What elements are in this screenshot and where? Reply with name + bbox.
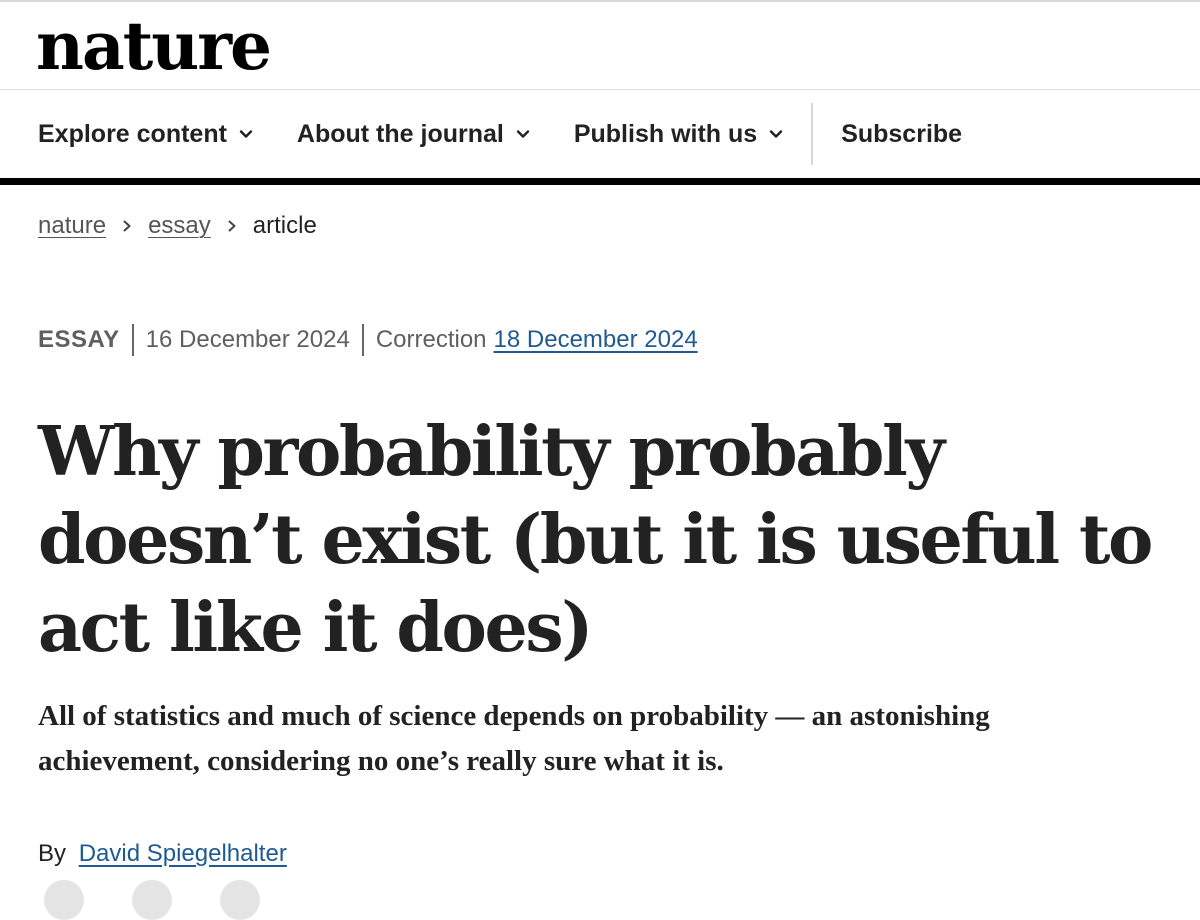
nav-publish-with-us-label: Publish with us: [573, 119, 758, 148]
share-button[interactable]: [132, 880, 172, 920]
subscribe-link[interactable]: Subscribe: [841, 120, 962, 149]
breadcrumb-item-essay[interactable]: essay: [148, 212, 211, 240]
nav-explore-content-label: Explore content: [38, 119, 227, 148]
nav-about-the-journal[interactable]: About the journal: [297, 120, 530, 149]
share-button[interactable]: [220, 880, 260, 920]
byline-prefix: By: [38, 840, 67, 867]
correction-label: Correction: [375, 326, 487, 353]
article-standfirst: All of statistics and much of science de…: [38, 700, 990, 777]
chevron-down-icon: [769, 127, 783, 141]
breadcrumb-item-nature[interactable]: nature: [38, 212, 106, 240]
chevron-right-icon: [226, 219, 238, 233]
nav-explore-content[interactable]: Explore content: [38, 120, 253, 149]
meta-divider: [361, 324, 364, 356]
top-rule: [0, 0, 1200, 2]
article-title: Why probability probably doesn’t exist (…: [38, 412, 1153, 668]
correction-date-link[interactable]: 18 December 2024: [494, 326, 698, 354]
article-type: ESSAY: [38, 326, 120, 353]
main-nav: Explore content About the journal Publis…: [38, 90, 962, 178]
share-button[interactable]: [44, 880, 84, 920]
chevron-right-icon: [121, 219, 133, 233]
author-link[interactable]: David Spiegelhalter: [79, 840, 287, 867]
nature-logo[interactable]: nature: [36, 6, 272, 86]
breadcrumb: nature essay article: [38, 212, 317, 240]
share-buttons: [44, 880, 308, 920]
meta-divider: [131, 324, 134, 356]
chevron-down-icon: [239, 127, 253, 141]
chevron-down-icon: [516, 127, 530, 141]
nav-publish-with-us[interactable]: Publish with us: [574, 120, 783, 149]
nav-about-the-journal-label: About the journal: [296, 119, 504, 148]
nav-separator: [811, 103, 814, 165]
nav-bottom-rule: [0, 178, 1200, 185]
byline: By David Spiegelhalter: [38, 840, 287, 868]
breadcrumb-item-article: article: [252, 212, 317, 239]
published-date: 16 December 2024: [145, 326, 350, 353]
article-meta: ESSAY 16 December 2024 Correction 18 Dec…: [38, 324, 698, 356]
